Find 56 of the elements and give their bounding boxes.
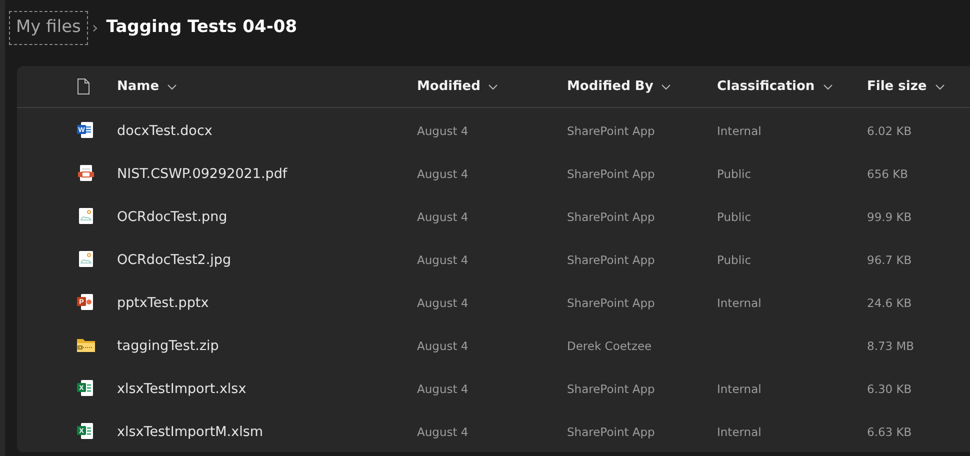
modified-date: August 4: [417, 382, 468, 396]
file-size: 24.6 KB: [867, 296, 912, 310]
folder-title: Tagging Tests 04-08: [106, 16, 298, 40]
modified-by-name: SharePoint App: [567, 124, 655, 138]
file-name-link[interactable]: docxTest.docx: [117, 122, 212, 138]
sort-chevron-icon[interactable]: [488, 84, 498, 90]
file-name-link[interactable]: pptxTest.pptx: [117, 294, 209, 310]
modified-date: August 4: [417, 252, 468, 266]
sort-chevron-icon[interactable]: [822, 84, 833, 90]
column-header[interactable]: Modified By: [567, 76, 717, 96]
file-name-link[interactable]: xlsxTestImportM.xlsm: [117, 424, 264, 440]
file-size: 6.63 KB: [867, 424, 912, 438]
classification-label: Internal: [717, 424, 762, 438]
modified-by-name: SharePoint App: [567, 252, 655, 266]
file-size: 99.9 KB: [867, 210, 912, 224]
column-header[interactable]: Modified: [417, 76, 567, 96]
file-name-link[interactable]: OCRdocTest.png: [117, 208, 228, 224]
modified-by-name: SharePoint App: [567, 166, 655, 180]
classification-label: Public: [717, 252, 752, 266]
modified-date: August 4: [417, 296, 468, 310]
modified-by-name: SharePoint App: [567, 210, 655, 224]
modified-date: August 4: [417, 124, 468, 138]
image-file-icon: [77, 250, 95, 268]
breadcrumb-separator: ›: [92, 17, 98, 39]
breadcrumb-link[interactable]: My files: [9, 11, 88, 45]
sort-chevron-icon[interactable]: [167, 84, 178, 90]
column-header[interactable]: File size: [867, 76, 970, 96]
modified-date: August 4: [417, 338, 468, 352]
file-name-link[interactable]: taggingTest.zip: [117, 338, 219, 354]
column-header[interactable]: Classification: [717, 76, 867, 96]
modified-date: August 4: [417, 210, 468, 224]
pdf-document-icon: [77, 164, 95, 182]
file-name-link[interactable]: xlsxTestImport.xlsx: [117, 380, 246, 396]
modified-by-name: SharePoint App: [567, 382, 655, 396]
image-file-icon: [77, 206, 95, 224]
modified-by-name: SharePoint App: [567, 296, 655, 310]
file-name-link[interactable]: OCRdocTest2.jpg: [117, 252, 232, 268]
modified-date: August 4: [417, 166, 468, 180]
file-size: 96.7 KB: [867, 252, 912, 266]
modified-by-name: Derek Coetzee: [567, 338, 652, 352]
file-size: 656 KB: [867, 166, 908, 180]
file-size: 8.73 MB: [867, 338, 914, 352]
file-name-link[interactable]: NIST.CSWP.09292021.pdf: [117, 166, 288, 182]
classification-label: Internal: [717, 124, 762, 138]
sort-chevron-icon[interactable]: [661, 84, 672, 90]
classification-label: Public: [717, 166, 752, 180]
sort-chevron-icon[interactable]: [934, 84, 945, 90]
column-header[interactable]: Name: [117, 76, 417, 96]
file-size: 6.30 KB: [867, 382, 912, 396]
modified-date: August 4: [417, 424, 468, 438]
classification-label: Public: [717, 210, 752, 224]
file-size: 6.02 KB: [867, 124, 912, 138]
classification-label: Internal: [717, 296, 762, 310]
modified-by-name: SharePoint App: [567, 424, 655, 438]
classification-label: Internal: [717, 382, 762, 396]
file-type-icon[interactable]: [77, 78, 90, 95]
